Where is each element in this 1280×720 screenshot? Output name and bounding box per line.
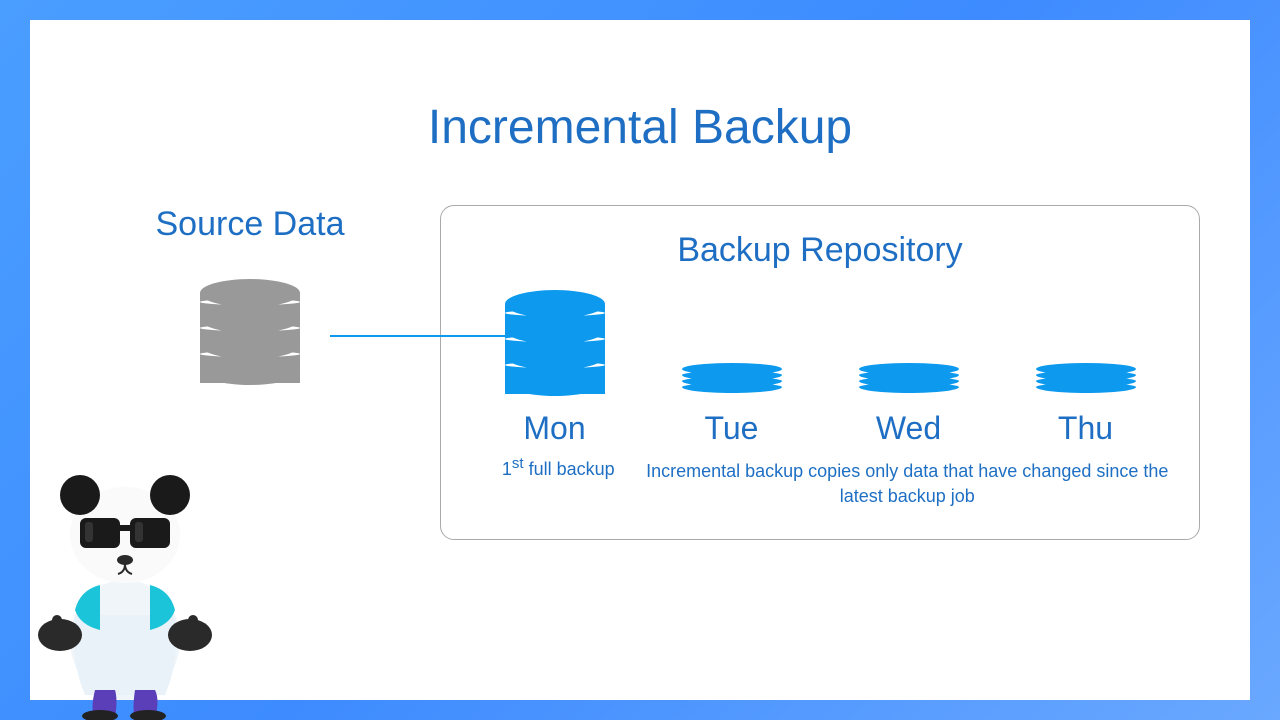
days-row: Mon Tue [471,290,1169,447]
full-backup-note: 1st full backup [471,455,646,509]
day-tue: Tue [648,365,815,447]
notes-row: 1st full backup Incremental backup copie… [471,447,1169,509]
day-label: Mon [523,410,585,447]
database-full-icon [505,290,605,400]
database-incremental-icon [1036,365,1136,395]
page-title: Incremental Backup [80,100,1200,155]
source-title: Source Data [80,205,420,244]
source-section: Source Data [80,205,420,389]
database-incremental-icon [859,365,959,395]
database-icon [200,279,300,389]
incremental-note: Incremental backup copies only data that… [646,459,1170,509]
day-label: Tue [705,410,759,447]
day-mon: Mon [471,290,638,447]
database-incremental-icon [682,365,782,395]
repository-box: Backup Repository Mon [440,205,1200,540]
day-label: Wed [876,410,941,447]
content-row: Source Data Backup Repository [80,205,1200,540]
repository-title: Backup Repository [471,231,1169,270]
panda-mascot-icon [20,460,230,720]
day-wed: Wed [825,365,992,447]
day-thu: Thu [1002,365,1169,447]
day-label: Thu [1058,410,1113,447]
